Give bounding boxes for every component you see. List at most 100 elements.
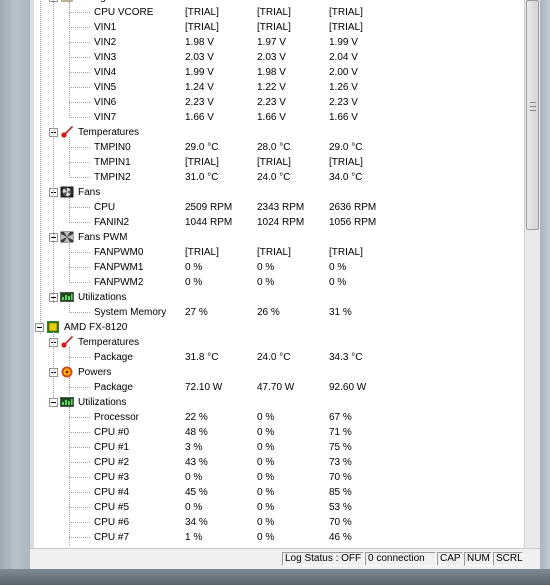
sensor-group[interactable]: Temperatures [34, 335, 524, 350]
sensor-name: CPU #7 [94, 532, 130, 543]
sensor-row[interactable]: FANPWM0 [TRIAL] [TRIAL] [TRIAL] [34, 245, 524, 260]
sensor-value: 1.66 V [185, 112, 214, 123]
sensor-value: 72.10 W [185, 382, 223, 393]
sensor-max: 70 % [329, 517, 352, 528]
vertical-scrollbar[interactable] [524, 0, 540, 548]
sensor-value: 34 % [185, 517, 208, 528]
group-label: Temperatures [78, 337, 140, 348]
sensor-min: [TRIAL] [257, 7, 291, 18]
tree-connector [69, 72, 90, 73]
tree-connector [69, 417, 90, 418]
sensor-max: 34.3 °C [329, 352, 363, 363]
scroll-lock-indicator: SCRL [493, 552, 523, 566]
sensor-max: 2.04 V [329, 52, 358, 63]
sensor-group[interactable]: Utilizations [34, 395, 524, 410]
sensor-group[interactable]: Temperatures [34, 125, 524, 140]
sensor-row[interactable]: Processor 22 % 0 % 67 % [34, 410, 524, 425]
sensor-name: CPU #6 [94, 517, 130, 528]
sensor-name: FANPWM2 [94, 277, 144, 288]
thermometer-icon [60, 335, 74, 348]
collapse-toggle-icon[interactable] [49, 398, 58, 407]
sensor-min: 1.98 V [257, 67, 286, 78]
sensor-min: [TRIAL] [257, 247, 291, 258]
sensor-tree[interactable]: VoltagesCPU VCORE[TRIAL][TRIAL][TRIAL]VI… [34, 0, 524, 548]
sensor-value: 3 % [185, 442, 203, 453]
sensor-min: 1.66 V [257, 112, 286, 123]
sensor-row[interactable]: TMPIN1 [TRIAL] [TRIAL] [TRIAL] [34, 155, 524, 170]
device-node[interactable]: AMD FX-8120 [34, 320, 524, 335]
sensor-max: 2.23 V [329, 97, 358, 108]
sensor-row[interactable]: TMPIN2 31.0 °C 24.0 °C 34.0 °C [34, 170, 524, 185]
sensor-row[interactable]: CPU VCORE [TRIAL] [TRIAL] [TRIAL] [34, 5, 524, 20]
sensor-value: 22 % [185, 412, 208, 423]
sensor-row[interactable]: VIN7 1.66 V 1.66 V 1.66 V [34, 110, 524, 125]
sensor-row[interactable]: VIN6 2.23 V 2.23 V 2.23 V [34, 95, 524, 110]
sensor-row[interactable]: VIN3 2.03 V 2.03 V 2.04 V [34, 50, 524, 65]
sensor-max: 29.0 °C [329, 142, 363, 153]
sensor-max: 67 % [329, 412, 352, 423]
sensor-max: 1056 RPM [329, 217, 377, 228]
sensor-value: 0 % [185, 472, 203, 483]
sensor-min: 24.0 °C [257, 352, 291, 363]
sensor-row[interactable]: TMPIN0 29.0 °C 28.0 °C 29.0 °C [34, 140, 524, 155]
sensor-row[interactable]: CPU #2 43 % 0 % 73 % [34, 455, 524, 470]
sensor-row[interactable]: VIN2 1.98 V 1.97 V 1.99 V [34, 35, 524, 50]
sensor-row[interactable]: VIN1 [TRIAL] [TRIAL] [TRIAL] [34, 20, 524, 35]
tree-connector [69, 347, 70, 365]
sensor-min: 0 % [257, 487, 275, 498]
sensor-min: [TRIAL] [257, 157, 291, 168]
sensor-row[interactable]: CPU #5 0 % 0 % 53 % [34, 500, 524, 515]
sensor-row[interactable]: CPU #4 45 % 0 % 85 % [34, 485, 524, 500]
sensor-row[interactable]: VIN4 1.99 V 1.98 V 2.00 V [34, 65, 524, 80]
sensor-row[interactable]: FANIN2 1044 RPM 1024 RPM 1056 RPM [34, 215, 524, 230]
sensor-group[interactable]: Fans [34, 185, 524, 200]
tree-connector [69, 177, 90, 178]
collapse-toggle-icon[interactable] [35, 323, 44, 332]
sensor-row[interactable]: Package 72.10 W 47.70 W 92.60 W [34, 380, 524, 395]
sensor-name: CPU #3 [94, 472, 130, 483]
sensor-name: Processor [94, 412, 140, 423]
sensor-row[interactable]: VIN5 1.24 V 1.22 V 1.26 V [34, 80, 524, 95]
sensor-row[interactable]: CPU #0 48 % 0 % 71 % [34, 425, 524, 440]
scrollbar-thumb[interactable] [526, 0, 539, 230]
sensor-name: FANPWM1 [94, 262, 144, 273]
tree-connector [69, 222, 90, 223]
tree-connector [69, 87, 90, 88]
sensor-min: 24.0 °C [257, 172, 291, 183]
tree-connector [69, 492, 90, 493]
sensor-row[interactable]: FANPWM2 0 % 0 % 0 % [34, 275, 524, 290]
sensor-group[interactable]: Powers [34, 365, 524, 380]
tree-connector [69, 197, 70, 223]
caps-lock-indicator: CAP [437, 552, 463, 566]
sensor-row[interactable]: FANPWM1 0 % 0 % 0 % [34, 260, 524, 275]
sensor-row[interactable]: CPU #6 34 % 0 % 70 % [34, 515, 524, 530]
group-label: Temperatures [78, 127, 140, 138]
sensor-name: VIN2 [94, 37, 117, 48]
device-label: AMD FX-8120 [64, 322, 128, 333]
sensor-group[interactable]: Utilizations [34, 290, 524, 305]
sensor-value: 2509 RPM [185, 202, 233, 213]
sensor-value: 1044 RPM [185, 217, 233, 228]
sensor-max: [TRIAL] [329, 157, 363, 168]
sensor-max: 34.0 °C [329, 172, 363, 183]
sensor-row[interactable]: CPU 2509 RPM 2343 RPM 2636 RPM [34, 200, 524, 215]
tree-connector [69, 507, 90, 508]
tree-connector [69, 162, 90, 163]
sensor-value: [TRIAL] [185, 7, 219, 18]
sensor-group[interactable]: Fans PWM [34, 230, 524, 245]
sensor-row[interactable]: CPU #1 3 % 0 % 75 % [34, 440, 524, 455]
sensor-name: CPU #0 [94, 427, 130, 438]
sensor-min: 1.97 V [257, 37, 286, 48]
sensor-row[interactable]: System Memory 27 % 26 % 31 % [34, 305, 524, 320]
sensor-value: 31.8 °C [185, 352, 219, 363]
tree-connector [53, 0, 54, 303]
sensor-row[interactable]: CPU #7 1 % 0 % 46 % [34, 530, 524, 545]
sensor-min: 2.23 V [257, 97, 286, 108]
sensor-row[interactable]: CPU #3 0 % 0 % 70 % [34, 470, 524, 485]
sensor-max: 0 % [329, 262, 347, 273]
sensor-max: 1.66 V [329, 112, 358, 123]
sensor-value: 29.0 °C [185, 142, 219, 153]
sensor-min: 0 % [257, 277, 275, 288]
sensor-row[interactable]: Package 31.8 °C 24.0 °C 34.3 °C [34, 350, 524, 365]
sensor-name: VIN5 [94, 82, 117, 93]
